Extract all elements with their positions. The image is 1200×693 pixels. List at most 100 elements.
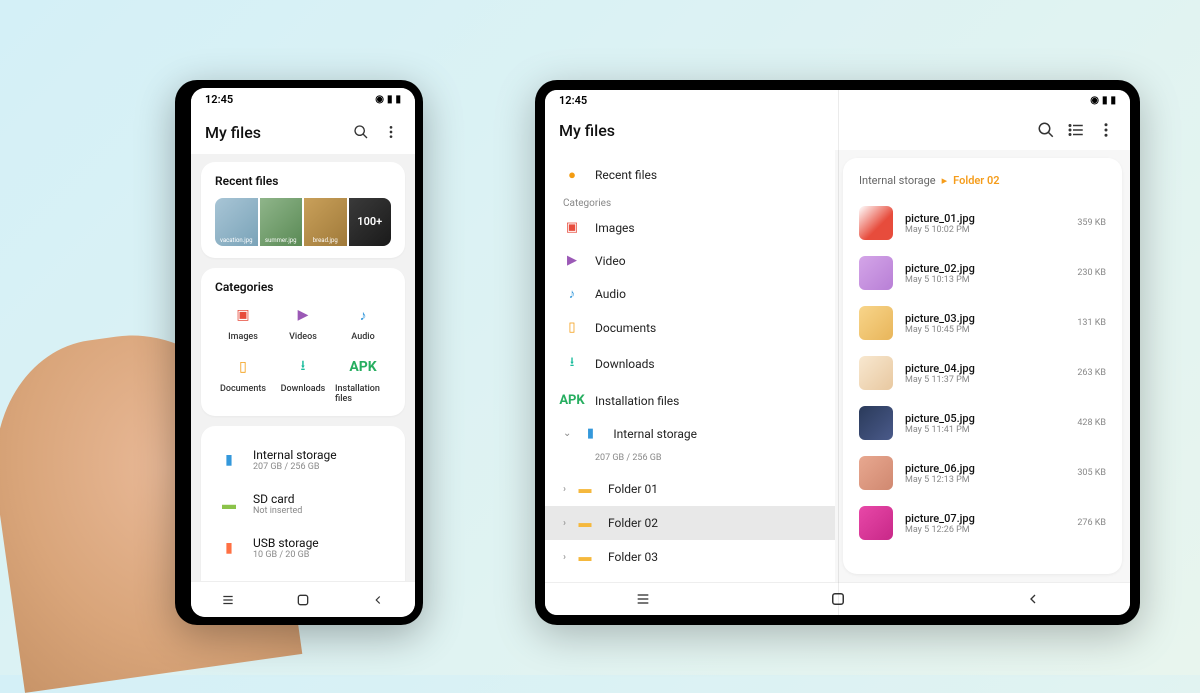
file-item[interactable]: picture_04.jpgMay 5 11:37 PM263 KB — [857, 349, 1108, 397]
nav-back[interactable] — [358, 593, 398, 607]
file-item[interactable]: picture_07.jpgMay 5 12:26 PM276 KB — [857, 499, 1108, 547]
category-downloads[interactable]: ⭳Downloads — [275, 356, 331, 404]
audio-icon: ♪ — [352, 304, 374, 326]
file-thumbnail — [859, 306, 893, 340]
sidebar-recent[interactable]: ●Recent files — [545, 158, 835, 192]
file-thumbnail — [859, 406, 893, 440]
file-thumbnail — [859, 356, 893, 390]
file-thumbnail — [859, 256, 893, 290]
phone-content[interactable]: Recent files vacation.jpg summer.jpg bre… — [191, 154, 415, 581]
page-title: My files — [205, 123, 341, 142]
sidebar-folder-02[interactable]: ›▬Folder 02 — [545, 506, 835, 540]
storage-usb[interactable]: ▮ USB storage10 GB / 20 GB — [215, 526, 391, 570]
battery-icon: ▮ — [395, 94, 401, 105]
chevron-right-icon: › — [563, 552, 566, 563]
document-icon: ▯ — [232, 356, 254, 378]
images-icon: ▣ — [563, 220, 581, 235]
file-list[interactable]: picture_01.jpgMay 5 10:02 PM359 KB pictu… — [857, 199, 1108, 547]
nav-recents[interactable] — [208, 593, 248, 607]
status-icons: ◉ ▮ ▮ — [375, 94, 401, 105]
sidebar-installation-files[interactable]: APKInstallation files — [545, 384, 835, 417]
file-thumbnail — [859, 206, 893, 240]
recent-thumbnails: vacation.jpg summer.jpg bread.jpg 100+ — [215, 198, 391, 246]
sidebar-video[interactable]: ▶Video — [545, 244, 835, 277]
wifi-icon: ◉ — [1090, 95, 1099, 106]
breadcrumb: Internal storage ▸ Folder 02 — [857, 168, 1108, 199]
tablet-device-frame: 12:45 ◉ ▮ ▮ My files ●Recent files Categ… — [535, 80, 1140, 625]
battery-icon: ▮ — [1110, 95, 1116, 106]
breadcrumb-root[interactable]: Internal storage — [859, 174, 936, 187]
sidebar-downloads[interactable]: ⭳Downloads — [545, 344, 835, 384]
search-icon[interactable] — [351, 122, 371, 142]
file-item[interactable]: picture_02.jpgMay 5 10:13 PM230 KB — [857, 249, 1108, 297]
file-item[interactable]: picture_06.jpgMay 5 12:13 PM305 KB — [857, 449, 1108, 497]
more-icon[interactable] — [381, 122, 401, 142]
audio-icon: ♪ — [563, 286, 581, 302]
storage-internal[interactable]: ▮ Internal storage207 GB / 256 GB — [215, 438, 391, 482]
status-time: 12:45 — [205, 93, 233, 106]
sidebar: ●Recent files Categories ▣Images ▶Video … — [545, 150, 835, 582]
recent-thumb[interactable]: summer.jpg — [260, 198, 303, 246]
category-installation-files[interactable]: APKInstallation files — [335, 356, 391, 404]
breadcrumb-current: Folder 02 — [953, 174, 999, 187]
file-item[interactable]: picture_03.jpgMay 5 10:45 PM131 KB — [857, 299, 1108, 347]
chevron-right-icon: › — [563, 518, 566, 529]
status-bar: 12:45 ◉ ▮ ▮ — [545, 90, 1130, 110]
search-icon[interactable] — [1036, 120, 1056, 140]
phone-screen: 12:45 ◉ ▮ ▮ My files Recent files vacati… — [191, 88, 415, 617]
tablet-body: ●Recent files Categories ▣Images ▶Video … — [545, 150, 1130, 582]
category-documents[interactable]: ▯Documents — [215, 356, 271, 404]
internal-storage-icon: ▮ — [581, 426, 599, 441]
download-icon: ⭳ — [563, 353, 581, 375]
recent-thumb[interactable]: bread.jpg — [304, 198, 347, 246]
app-header: My files — [191, 110, 415, 154]
sidebar-images[interactable]: ▣Images — [545, 211, 835, 244]
chevron-down-icon: ⌄ — [563, 428, 571, 439]
nav-back[interactable] — [1013, 591, 1053, 607]
tablet-screen: 12:45 ◉ ▮ ▮ My files ●Recent files Categ… — [545, 90, 1130, 615]
app-header: My files — [545, 110, 1130, 150]
clock-icon: ● — [563, 167, 581, 183]
recent-thumb[interactable]: vacation.jpg — [215, 198, 258, 246]
nav-bar — [191, 581, 415, 617]
nav-recents[interactable] — [623, 591, 663, 607]
apk-icon: APK — [563, 393, 581, 408]
usb-icon: ▮ — [217, 536, 241, 560]
sd-card-icon: ▬ — [217, 492, 241, 516]
sidebar-folder-01[interactable]: ›▬Folder 01 — [545, 472, 835, 506]
recent-thumb-more[interactable]: 100+ — [349, 198, 392, 246]
file-pane: Internal storage ▸ Folder 02 picture_01.… — [843, 158, 1122, 574]
sidebar-documents[interactable]: ▯Documents — [545, 311, 835, 344]
status-icons: ◉ ▮ ▮ — [1090, 95, 1116, 106]
nav-home[interactable] — [818, 590, 858, 608]
file-thumbnail — [859, 506, 893, 540]
file-thumbnail — [859, 456, 893, 490]
sidebar-audio[interactable]: ♪Audio — [545, 277, 835, 311]
category-audio[interactable]: ♪Audio — [335, 304, 391, 342]
status-time: 12:45 — [559, 94, 587, 107]
signal-icon: ▮ — [1102, 95, 1108, 106]
video-icon: ▶ — [563, 253, 581, 268]
wifi-icon: ◉ — [375, 94, 384, 105]
phone-device-frame: 12:45 ◉ ▮ ▮ My files Recent files vacati… — [175, 80, 423, 625]
category-images[interactable]: ▣Images — [215, 304, 271, 342]
status-bar: 12:45 ◉ ▮ ▮ — [191, 88, 415, 110]
storage-cloud[interactable]: ☁ Samsung Cloud Drive14.32 GB / 15 GB — [215, 570, 391, 581]
internal-storage-icon: ▮ — [217, 448, 241, 472]
sidebar-folder-03[interactable]: ›▬Folder 03 — [545, 540, 835, 574]
apk-icon: APK — [352, 356, 374, 378]
sidebar-internal-storage[interactable]: ⌄ ▮ Internal storage 207 GB / 256 GB — [545, 417, 835, 472]
storage-sd[interactable]: ▬ SD cardNot inserted — [215, 482, 391, 526]
page-title: My files — [559, 121, 1026, 140]
category-videos[interactable]: ▶Videos — [275, 304, 331, 342]
video-icon: ▶ — [292, 304, 314, 326]
nav-home[interactable] — [283, 592, 323, 608]
file-item[interactable]: picture_01.jpgMay 5 10:02 PM359 KB — [857, 199, 1108, 247]
chevron-right-icon: › — [563, 484, 566, 495]
folder-icon: ▬ — [576, 549, 594, 565]
file-item[interactable]: picture_05.jpgMay 5 11:41 PM428 KB — [857, 399, 1108, 447]
recent-heading: Recent files — [215, 174, 391, 188]
view-toggle-icon[interactable] — [1066, 120, 1086, 140]
more-icon[interactable] — [1096, 120, 1116, 140]
sidebar-categories-label: Categories — [545, 192, 835, 211]
